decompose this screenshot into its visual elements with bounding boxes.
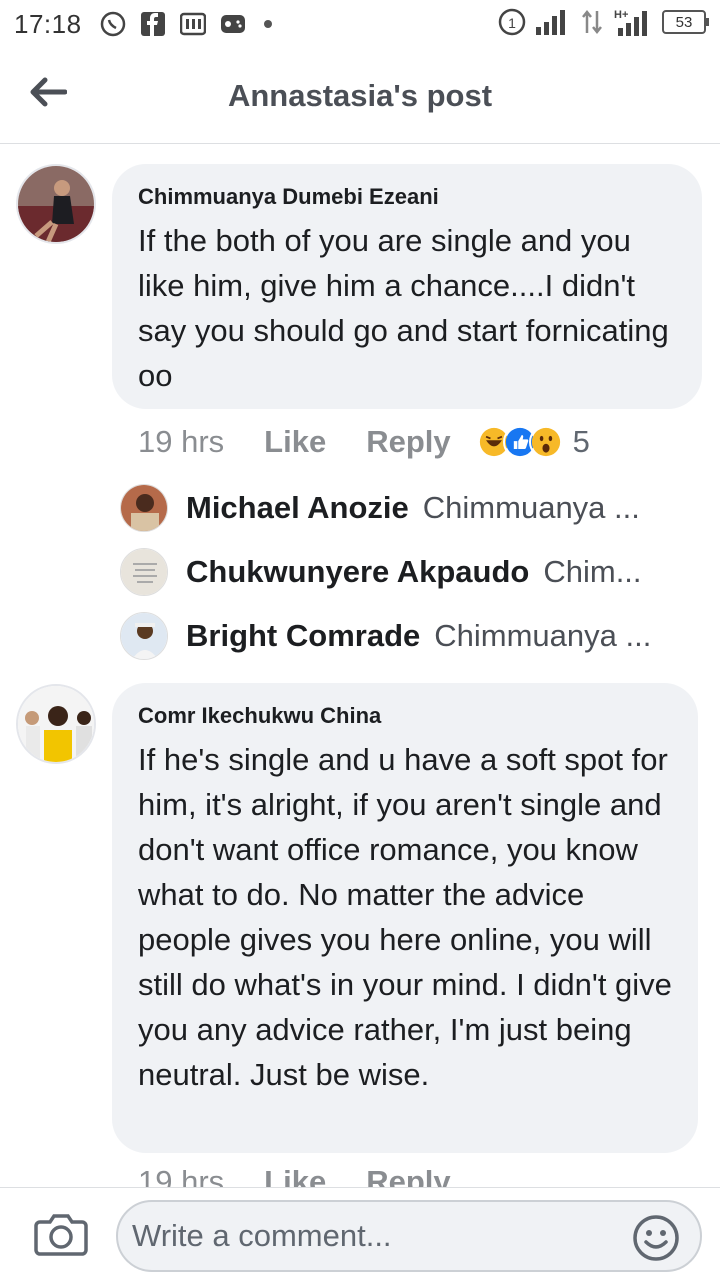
comment-author[interactable]: Chimmuanya Dumebi Ezeani <box>138 184 676 210</box>
reply-author: Chukwunyere Akpaudo <box>186 554 530 589</box>
comment-bubble: Chimmuanya Dumebi Ezeani If the both of … <box>112 164 702 409</box>
reply-preview: Chimmuanya ... <box>422 490 640 525</box>
data-transfer-icon <box>582 9 602 35</box>
reply-item[interactable]: Michael Anozie Chimmuanya ... <box>120 484 680 532</box>
post-header: Annastasia's post <box>0 48 720 144</box>
signal-strength-icon <box>536 10 565 35</box>
camera-icon <box>34 1214 88 1256</box>
avatar[interactable] <box>16 164 96 244</box>
comment-bubble: Comr Ikechukwu China If he's single and … <box>112 683 698 1153</box>
status-time: 17:18 <box>14 8 82 39</box>
avatar[interactable] <box>16 684 96 764</box>
smiley-icon[interactable] <box>632 1214 680 1262</box>
avatar[interactable] <box>120 612 168 660</box>
avatar[interactable] <box>120 484 168 532</box>
reply-button[interactable]: Reply <box>366 424 450 460</box>
more-notifications-dot-icon <box>263 20 272 28</box>
reply-author: Bright Comrade <box>186 618 421 653</box>
reply-author: Michael Anozie <box>186 490 409 525</box>
news-app-icon <box>179 11 206 37</box>
svg-text:1: 1 <box>508 15 516 31</box>
comment-author[interactable]: Comr Ikechukwu China <box>138 703 672 729</box>
battery-icon: 53 <box>662 10 709 34</box>
like-button[interactable]: Like <box>264 424 326 460</box>
whatsapp-icon <box>100 11 126 37</box>
game-controller-icon <box>220 11 246 37</box>
hplus-signal-icon: H+ <box>614 9 647 36</box>
sim-1-icon: 1 <box>498 8 526 36</box>
reply-item[interactable]: Chukwunyere Akpaudo Chim... <box>120 548 680 596</box>
facebook-icon <box>140 11 166 37</box>
reply-preview: Chimmuanya ... <box>434 618 652 653</box>
reactions-summary[interactable]: 5 <box>476 424 590 460</box>
page-title: Annastasia's post <box>227 78 493 113</box>
avatar[interactable] <box>120 548 168 596</box>
status-bar: 17:18 1 H+ 53 <box>0 0 720 48</box>
status-system-icons: 1 H+ 53 <box>498 8 709 36</box>
camera-button[interactable] <box>34 1210 88 1258</box>
reply-preview: Chim... <box>543 554 642 589</box>
comment-composer <box>0 1187 720 1280</box>
comment-timestamp[interactable]: 19 hrs <box>138 424 224 460</box>
comment-input[interactable] <box>132 1210 622 1262</box>
battery-level: 53 <box>675 13 693 31</box>
comment-input-container[interactable] <box>116 1200 702 1272</box>
reply-item[interactable]: Bright Comrade Chimmuanya ... <box>120 612 680 660</box>
wow-reaction-icon <box>528 425 563 459</box>
comment-actions: 19 hrs Like Reply 5 <box>138 424 590 460</box>
comment-text: If he's single and u have a soft spot fo… <box>138 742 672 1092</box>
comment-text: If the both of you are single and you li… <box>138 223 669 393</box>
reaction-count: 5 <box>572 424 590 459</box>
status-notification-icons <box>100 11 272 37</box>
svg-text:H+: H+ <box>614 9 628 21</box>
